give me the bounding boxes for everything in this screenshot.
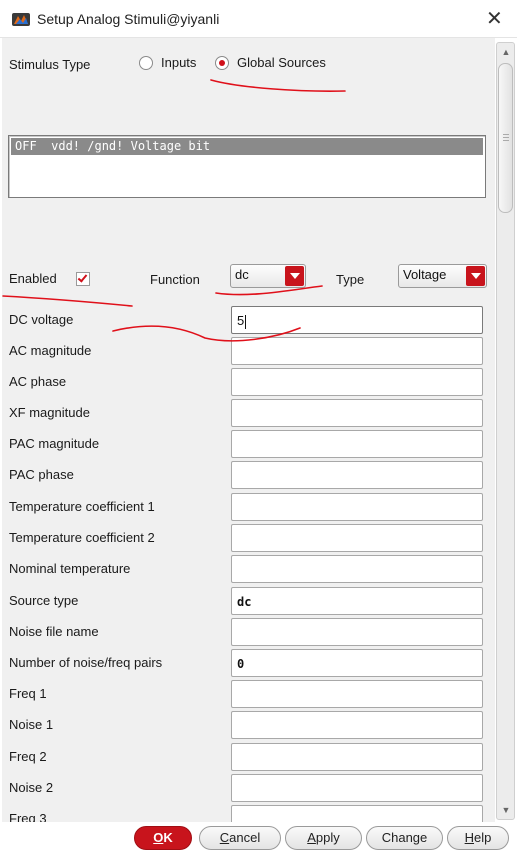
vertical-scrollbar[interactable]: ▲ ▼: [496, 42, 515, 820]
close-icon[interactable]: ✕: [486, 8, 503, 30]
function-label: Function: [150, 272, 200, 287]
function-value: dc: [235, 267, 249, 282]
field-label: Noise file name: [9, 624, 99, 639]
type-select[interactable]: Voltage: [398, 264, 487, 288]
field-label: Source type: [9, 593, 79, 608]
freq-3-field[interactable]: [231, 805, 483, 822]
temp-coefficient-2-field[interactable]: [231, 524, 483, 552]
field-label: Temperature coefficient 2: [9, 530, 155, 545]
ok-button[interactable]: OK: [134, 826, 192, 850]
global-sources-radio-label[interactable]: Global Sources: [237, 55, 326, 70]
field-label: Freq 1: [9, 686, 47, 701]
title-bar: Setup Analog Stimuli@yiyanli ✕: [0, 0, 517, 38]
dialog-button-bar: OK Cancel Apply Change Help: [0, 822, 517, 855]
cadence-app-icon: [12, 13, 30, 26]
form-panel: Stimulus Type Inputs Global Sources OFF …: [2, 38, 495, 822]
window-title: Setup Analog Stimuli@yiyanli: [37, 11, 220, 27]
field-label: Freq 2: [9, 749, 47, 764]
apply-button[interactable]: Apply: [285, 826, 362, 850]
field-label: XF magnitude: [9, 405, 90, 420]
freq-2-field[interactable]: [231, 743, 483, 771]
grip-icon: [503, 134, 509, 141]
enabled-checkbox[interactable]: [76, 272, 90, 286]
type-value: Voltage: [403, 267, 447, 282]
scrollbar-thumb[interactable]: [498, 63, 513, 213]
scroll-up-arrow-icon[interactable]: ▲: [499, 45, 513, 59]
field-label: AC magnitude: [9, 343, 92, 358]
type-label: Type: [336, 272, 365, 287]
help-button[interactable]: Help: [447, 826, 509, 850]
pac-phase-field[interactable]: [231, 461, 483, 489]
function-select[interactable]: dc: [230, 264, 306, 288]
field-value: 5: [237, 313, 245, 328]
field-label: Freq 3: [9, 811, 47, 822]
field-label: DC voltage: [9, 312, 74, 327]
field-label: Number of noise/freq pairs: [9, 655, 163, 670]
global-sources-radio[interactable]: [215, 56, 229, 70]
list-item[interactable]: OFF vdd! /gnd! Voltage bit: [11, 138, 483, 155]
chevron-down-icon[interactable]: [466, 266, 485, 286]
field-label: Temperature coefficient 1: [9, 499, 155, 514]
scroll-down-arrow-icon[interactable]: ▼: [499, 803, 513, 817]
field-label: AC phase: [9, 374, 67, 389]
enabled-label: Enabled: [9, 271, 57, 286]
checkmark-icon: [77, 272, 88, 283]
ac-phase-field[interactable]: [231, 368, 483, 396]
field-label: Nominal temperature: [9, 561, 131, 576]
chevron-down-icon[interactable]: [285, 266, 304, 286]
field-label: PAC magnitude: [9, 436, 100, 451]
global-sources-list[interactable]: OFF vdd! /gnd! Voltage bit: [8, 135, 486, 198]
stimulus-type-label: Stimulus Type: [9, 57, 91, 72]
cancel-button[interactable]: Cancel: [199, 826, 281, 850]
ac-magnitude-field[interactable]: [231, 337, 483, 365]
change-button[interactable]: Change: [366, 826, 443, 850]
text-caret: [245, 314, 247, 329]
inputs-radio-label[interactable]: Inputs: [161, 55, 196, 70]
noise-1-field[interactable]: [231, 711, 483, 739]
pac-magnitude-field[interactable]: [231, 430, 483, 458]
field-label: PAC phase: [9, 467, 74, 482]
field-label: Noise 2: [9, 780, 54, 795]
inputs-radio[interactable]: [139, 56, 153, 70]
freq-1-field[interactable]: [231, 680, 483, 708]
xf-magnitude-field[interactable]: [231, 399, 483, 427]
field-label: Noise 1: [9, 717, 54, 732]
source-type-field[interactable]: dc: [231, 587, 483, 615]
noise-file-name-field[interactable]: [231, 618, 483, 646]
nominal-temperature-field[interactable]: [231, 555, 483, 583]
noise-freq-pairs-field[interactable]: 0: [231, 649, 483, 677]
temp-coefficient-1-field[interactable]: [231, 493, 483, 521]
dc-voltage-field[interactable]: 5: [231, 306, 483, 334]
noise-2-field[interactable]: [231, 774, 483, 802]
